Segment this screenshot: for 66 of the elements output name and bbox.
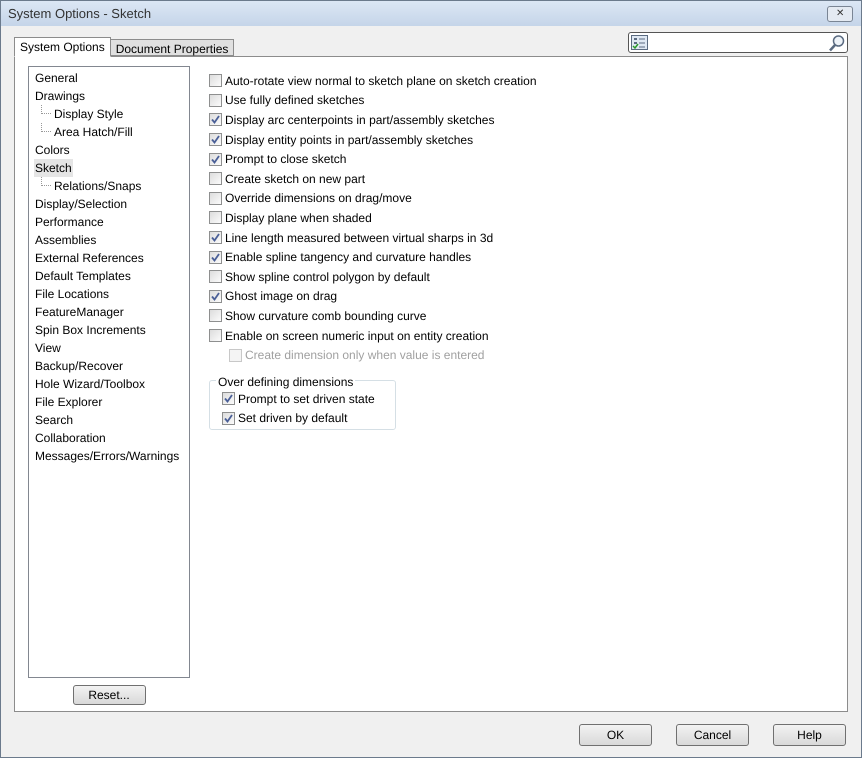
checkbox[interactable]	[209, 231, 222, 244]
tree-item[interactable]: Relations/Snaps	[53, 177, 142, 195]
checkbox[interactable]	[209, 329, 222, 342]
option-label: Show curvature comb bounding curve	[225, 308, 426, 325]
checkbox[interactable]	[209, 74, 222, 88]
checkbox[interactable]	[209, 152, 222, 166]
checkbox[interactable]	[209, 113, 222, 126]
dialog-button[interactable]: OK	[579, 724, 652, 746]
tree-item[interactable]: Display/Selection	[34, 195, 128, 213]
dialog-button[interactable]: Cancel	[676, 724, 749, 746]
option-label: Ghost image on drag	[225, 288, 338, 306]
checkbox[interactable]	[209, 270, 222, 284]
tab[interactable]: Document Properties	[110, 39, 234, 56]
option-label: Use fully defined sketches	[225, 92, 364, 110]
tree-item[interactable]: Display Style	[53, 105, 124, 123]
window-title: System Options - Sketch	[8, 4, 152, 23]
option-label: Display entity points in part/assembly sketches	[225, 132, 474, 149]
tree-item[interactable]: Drawings	[34, 87, 86, 105]
tree-item[interactable]: General	[34, 69, 79, 87]
close-button[interactable]: ✕	[827, 6, 853, 22]
tree-item[interactable]: Hole Wizard/Toolbox	[34, 375, 146, 393]
option-label: Set driven by default	[238, 410, 348, 428]
option-label: Create dimension only when value is entered	[245, 347, 484, 364]
reset-button[interactable]: Reset...	[72, 685, 146, 705]
checkbox[interactable]	[209, 211, 222, 224]
tree-item[interactable]: External References	[34, 249, 145, 267]
option-label: Enable on screen numeric input on entity creation	[225, 328, 488, 345]
tab[interactable]: System Options	[14, 37, 111, 57]
tree-item[interactable]: Collaboration	[34, 429, 107, 447]
tree-item[interactable]: Area Hatch/Fill	[53, 123, 134, 141]
tree-item[interactable]: File Locations	[34, 285, 110, 303]
tree-item[interactable]: Assemblies	[34, 231, 98, 249]
tree-item[interactable]: FeatureManager	[34, 303, 125, 321]
option-label: Display arc centerpoints in part/assembly sketches	[225, 112, 494, 129]
tree-item[interactable]: Spin Box Increments	[34, 321, 147, 339]
tree-item[interactable]: Backup/Recover	[34, 357, 124, 375]
checkbox[interactable]	[209, 290, 222, 303]
checkbox[interactable]	[209, 309, 222, 322]
tree-item[interactable]: Search	[34, 411, 74, 429]
checkbox[interactable]	[209, 192, 222, 205]
checkbox[interactable]	[222, 392, 235, 406]
checkbox[interactable]	[222, 412, 235, 425]
option-label: Override dimensions on drag/move	[225, 190, 412, 208]
tree-item[interactable]: Messages/Errors/Warnings	[34, 447, 180, 465]
tree-item[interactable]: Default Templates	[34, 267, 132, 285]
search-field[interactable]	[628, 32, 848, 53]
tree-item[interactable]: Performance	[34, 213, 105, 231]
dialog-button[interactable]: Help	[773, 724, 846, 746]
tree-item[interactable]: File Explorer	[34, 393, 104, 411]
option-label: Create sketch on new part	[225, 170, 366, 188]
checkbox[interactable]	[209, 250, 222, 264]
option-label: Line length measured between virtual sharps in 3d	[225, 230, 494, 247]
option-label: Auto-rotate view normal to sketch plane on sketch creation	[225, 72, 536, 90]
option-label: Prompt to set driven state	[238, 390, 375, 408]
checkbox[interactable]	[209, 133, 222, 146]
tree-item[interactable]: Sketch	[34, 159, 73, 177]
search-icon[interactable]	[828, 34, 846, 52]
checkbox[interactable]	[209, 172, 222, 186]
tree-item[interactable]: Colors	[34, 141, 71, 159]
option-label: Prompt to close sketch	[225, 151, 346, 168]
option-label: Show spline control polygon by default	[225, 268, 430, 286]
option-label: Display plane when shaded	[225, 210, 372, 227]
checklist-icon	[631, 35, 648, 50]
option-label: Enable spline tangency and curvature handles	[225, 249, 472, 266]
tree-item[interactable]: View	[34, 339, 62, 357]
checkbox[interactable]	[209, 94, 222, 107]
